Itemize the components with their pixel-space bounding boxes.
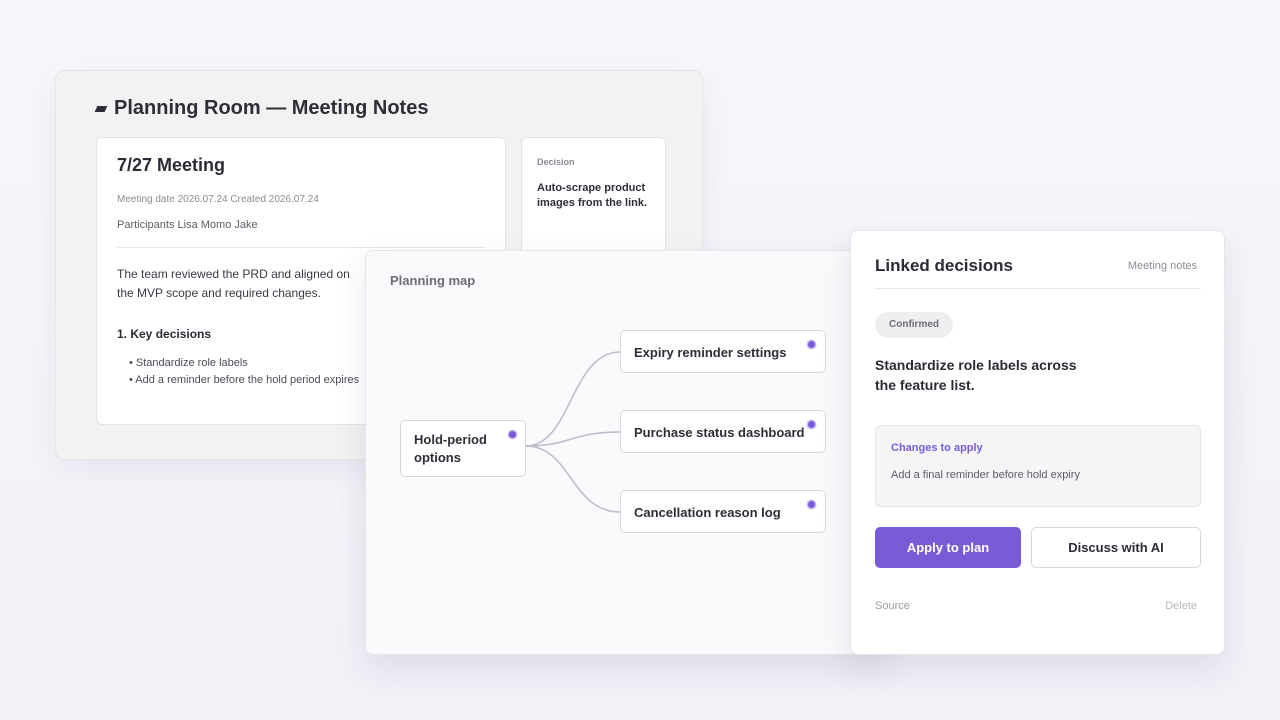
map-node-label: Purchase status dashboard xyxy=(634,425,805,440)
page-title: Planning Room — Meeting Notes xyxy=(94,97,429,120)
changes-to-apply-box: Changes to apply Add a final reminder be… xyxy=(875,425,1201,507)
status-badge: Confirmed xyxy=(875,312,953,338)
map-node-label: Hold-period options xyxy=(414,432,487,465)
page-title-text: Planning Room — Meeting Notes xyxy=(114,97,429,119)
list-item: • Add a reminder before the hold period … xyxy=(129,374,360,386)
changes-text: Add a final reminder before hold expiry xyxy=(891,469,1080,481)
list-item: • Standardize role labels xyxy=(129,357,248,369)
source-tag: Meeting notes xyxy=(1127,260,1197,272)
decision-text: Auto-scrape product images from the link… xyxy=(537,182,648,209)
source-link[interactable]: Source xyxy=(875,600,910,612)
apply-to-plan-button[interactable]: Apply to plan xyxy=(875,527,1021,568)
map-node-purchase-status-dashboard[interactable]: Purchase status dashboard xyxy=(620,410,826,453)
node-connector-dot-icon xyxy=(808,341,815,348)
discuss-with-ai-button[interactable]: Discuss with AI xyxy=(1031,527,1201,568)
meeting-participants: Participants Lisa Momo Jake xyxy=(117,219,258,231)
meeting-summary: The team reviewed the PRD and aligned on… xyxy=(117,267,350,300)
decision-card[interactable]: Decision Auto-scrape product images from… xyxy=(521,137,666,267)
map-node-expiry-reminder-settings[interactable]: Expiry reminder settings xyxy=(620,330,826,373)
changes-label: Changes to apply xyxy=(891,442,983,454)
planning-map-window: Planning map Hold-period options Expiry … xyxy=(365,250,885,655)
delete-link[interactable]: Delete xyxy=(1165,600,1197,612)
map-node-label: Expiry reminder settings xyxy=(634,345,787,360)
node-connector-dot-icon xyxy=(808,501,815,508)
map-node-label: Cancellation reason log xyxy=(634,505,781,520)
linked-decisions-panel: Linked decisions Meeting notes Confirmed… xyxy=(850,230,1225,655)
map-link xyxy=(525,431,621,447)
linked-decisions-title: Linked decisions xyxy=(875,256,1013,275)
map-link xyxy=(525,445,621,513)
map-node-hold-period-options[interactable]: Hold-period options xyxy=(400,420,526,477)
decision-label: Decision xyxy=(537,157,575,167)
document-icon xyxy=(94,105,108,112)
meeting-divider xyxy=(117,247,485,248)
meeting-heading: 7/27 Meeting xyxy=(117,155,226,175)
node-connector-dot-icon xyxy=(509,431,516,438)
key-decisions-list: • Standardize role labels • Add a remind… xyxy=(129,355,359,389)
map-node-cancellation-reason-log[interactable]: Cancellation reason log xyxy=(620,490,826,533)
panel-divider xyxy=(875,288,1201,289)
node-connector-dot-icon xyxy=(808,421,815,428)
meeting-meta: Meeting date 2026.07.24 Created 2026.07.… xyxy=(117,194,319,205)
key-decisions-heading: 1. Key decisions xyxy=(117,327,212,341)
decision-statement: Standardize role labels across the featu… xyxy=(875,357,1077,393)
